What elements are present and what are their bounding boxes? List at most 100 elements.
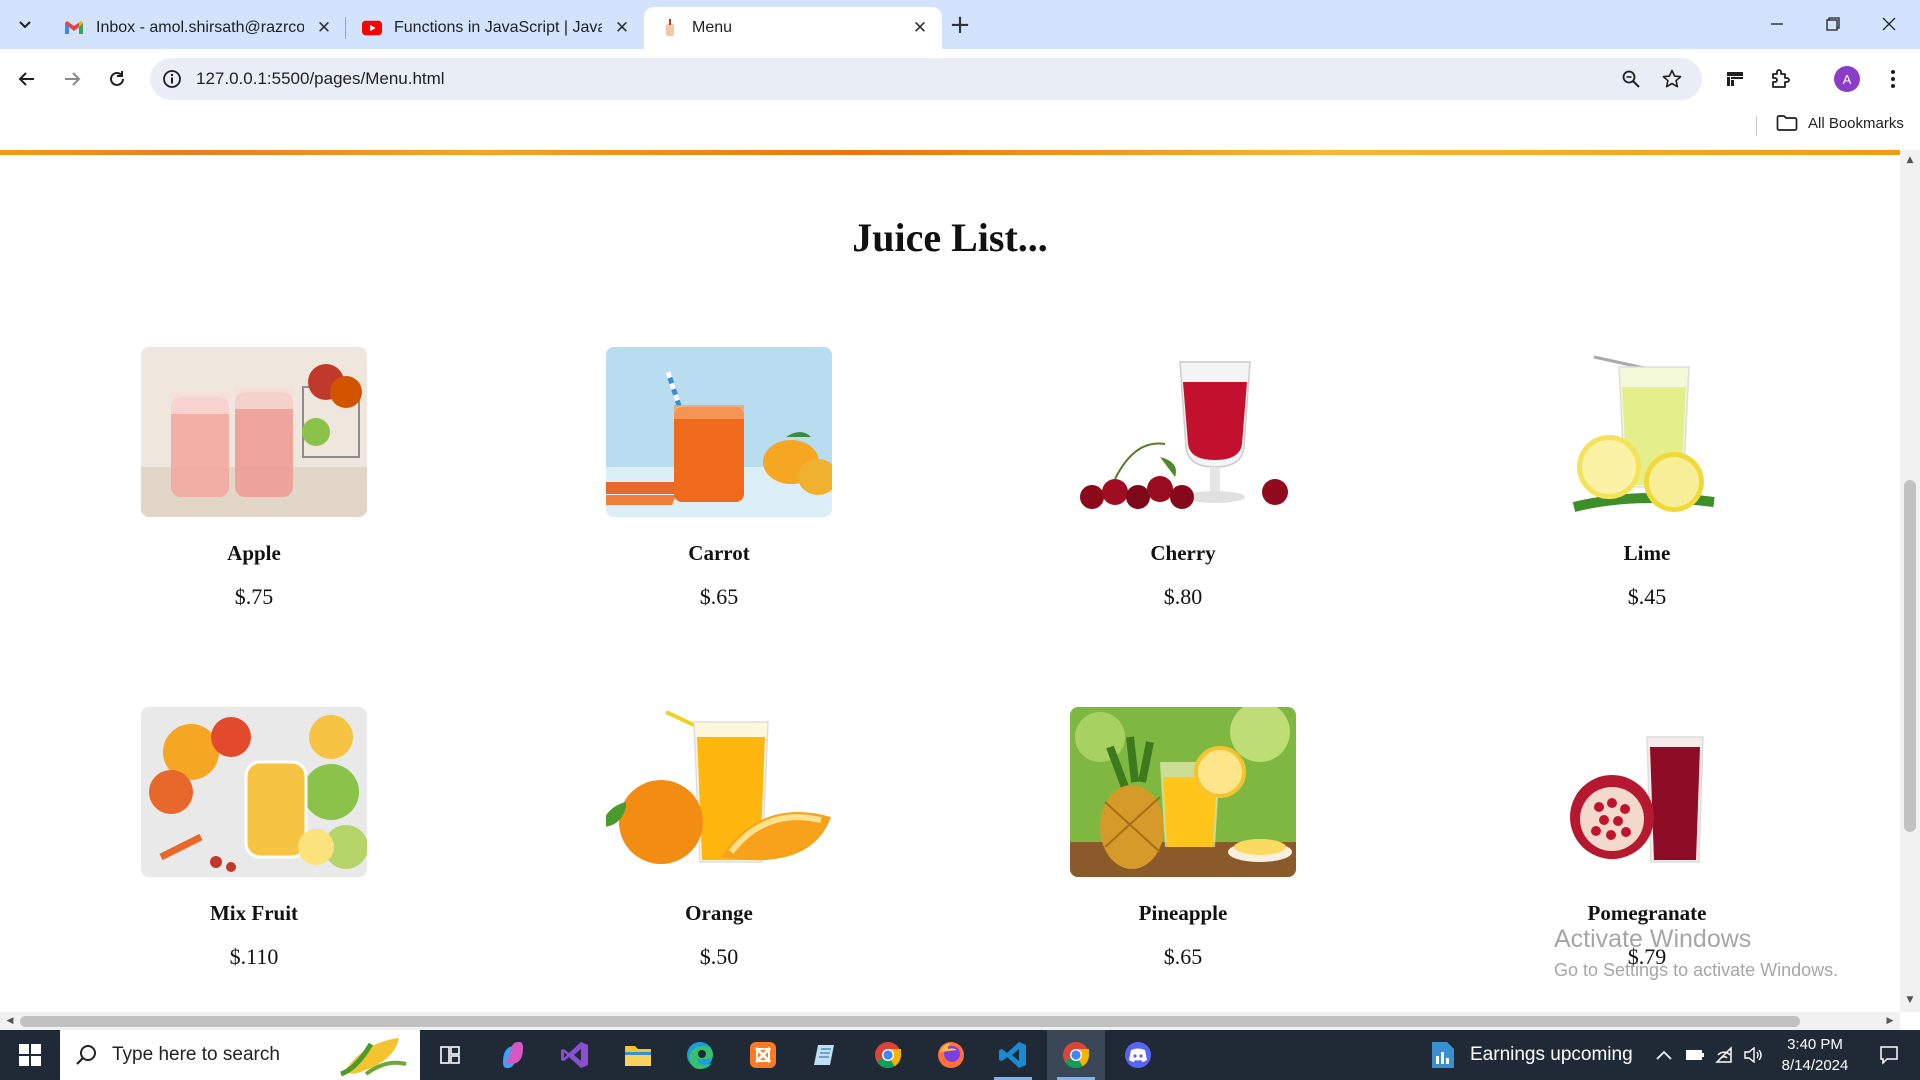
taskbar-search-box[interactable]: Type here to search bbox=[60, 1030, 420, 1080]
notepad-button[interactable] bbox=[797, 1030, 855, 1080]
folder-icon bbox=[1776, 115, 1798, 131]
watermark-subtitle: Go to Settings to activate Windows. bbox=[1554, 960, 1839, 980]
scroll-up-icon[interactable]: ▲ bbox=[1904, 154, 1916, 166]
bookmark-star-icon[interactable] bbox=[1661, 68, 1683, 90]
battery-button[interactable] bbox=[1682, 1030, 1708, 1080]
news-widget[interactable]: Earnings upcoming bbox=[1430, 1030, 1633, 1080]
tab-menu[interactable]: Menu ✕ bbox=[644, 7, 942, 49]
minimize-button[interactable] bbox=[1752, 8, 1802, 40]
cherry-juice-image bbox=[1070, 347, 1296, 517]
juice-price: $.45 bbox=[1627, 584, 1667, 609]
close-icon[interactable]: ✕ bbox=[314, 18, 334, 38]
wifi-icon bbox=[1715, 1046, 1732, 1063]
juice-card-apple[interactable]: Apple $.75 bbox=[139, 347, 369, 610]
volume-button[interactable] bbox=[1740, 1030, 1766, 1080]
network-button[interactable] bbox=[1712, 1030, 1738, 1080]
juice-name: Carrot bbox=[688, 541, 750, 565]
minimize-icon bbox=[1771, 23, 1783, 25]
close-window-button[interactable] bbox=[1864, 8, 1914, 40]
file-explorer-button[interactable] bbox=[609, 1030, 667, 1080]
extensions-button[interactable] bbox=[1764, 62, 1798, 96]
tab-youtube[interactable]: Functions in JavaScript | JavaScri ✕ bbox=[346, 7, 644, 49]
juice-name: Pomegranate bbox=[1587, 901, 1707, 925]
tab-gmail[interactable]: Inbox - amol.shirsath@razrcorp ✕ bbox=[48, 7, 346, 49]
menu-button[interactable] bbox=[1876, 62, 1910, 96]
apple-juice-image bbox=[141, 347, 367, 517]
vscode-button[interactable] bbox=[984, 1030, 1042, 1080]
juice-price: $.75 bbox=[234, 584, 274, 609]
page-viewport: Juice List... Apple $.75 Carrot $.65 Che… bbox=[0, 150, 1920, 1030]
page-title: Juice List... bbox=[852, 215, 1048, 260]
pomegranate-juice-image bbox=[1534, 707, 1760, 877]
browser-tab-strip: Inbox - amol.shirsath@razrcorp ✕ Functio… bbox=[0, 0, 1920, 49]
firefox-icon bbox=[938, 1042, 964, 1068]
vscode-icon bbox=[999, 1042, 1026, 1068]
lime-juice-image bbox=[1534, 347, 1760, 517]
horizontal-scrollbar[interactable]: ◀ ▶ bbox=[0, 1012, 1900, 1030]
task-view-icon bbox=[440, 1046, 460, 1064]
scroll-right-icon[interactable]: ▶ bbox=[1884, 1015, 1896, 1027]
scroll-down-icon[interactable]: ▼ bbox=[1904, 994, 1916, 1006]
pineapple-juice-image bbox=[1070, 707, 1296, 877]
activate-windows-watermark: Activate Windows Go to Settings to activ… bbox=[1554, 925, 1838, 981]
windows-logo-icon bbox=[19, 1044, 41, 1066]
scroll-left-icon[interactable]: ◀ bbox=[4, 1015, 16, 1027]
start-button[interactable] bbox=[0, 1030, 60, 1080]
news-text: Earnings upcoming bbox=[1470, 1044, 1633, 1065]
new-tab-button[interactable]: + bbox=[944, 10, 976, 40]
windows-taskbar: Type here to search Earnings upcoming 3:… bbox=[0, 1030, 1920, 1080]
clock-time: 3:40 PM bbox=[1787, 1036, 1843, 1053]
firefox-button[interactable] bbox=[922, 1030, 980, 1080]
horizontal-scroll-thumb[interactable] bbox=[20, 1016, 1800, 1027]
system-clock[interactable]: 3:40 PM 8/14/2024 bbox=[1770, 1034, 1860, 1076]
bookmarks-bar: All Bookmarks bbox=[0, 108, 1920, 150]
vertical-scrollbar[interactable]: ▲ ▼ bbox=[1900, 150, 1920, 1012]
zoom-icon[interactable] bbox=[1620, 68, 1642, 90]
carrot-juice-image bbox=[606, 347, 832, 517]
show-hidden-icons-button[interactable] bbox=[1652, 1030, 1676, 1080]
juice-name: Lime bbox=[1623, 541, 1671, 565]
notepad-icon bbox=[814, 1045, 834, 1065]
close-icon[interactable]: ✕ bbox=[612, 18, 632, 38]
juice-card-lime[interactable]: Lime $.45 bbox=[1532, 347, 1762, 610]
restore-button[interactable] bbox=[1808, 8, 1858, 40]
chrome-button[interactable] bbox=[859, 1030, 917, 1080]
discord-button[interactable] bbox=[1109, 1030, 1167, 1080]
forward-button[interactable] bbox=[55, 62, 89, 96]
close-icon bbox=[1882, 17, 1896, 31]
task-view-button[interactable] bbox=[421, 1030, 479, 1080]
chrome-active-icon bbox=[1063, 1042, 1090, 1069]
address-bar[interactable]: 127.0.0.1:5500/pages/Menu.html bbox=[150, 58, 1702, 100]
vertical-scroll-thumb[interactable] bbox=[1904, 480, 1916, 832]
juice-card-orange[interactable]: Orange $.50 bbox=[604, 707, 834, 970]
juice-card-carrot[interactable]: Carrot $.65 bbox=[604, 347, 834, 610]
puzzle-icon bbox=[1772, 69, 1790, 88]
visual-studio-icon bbox=[561, 1042, 588, 1068]
tab-search-button[interactable] bbox=[10, 9, 40, 39]
juice-price: $.50 bbox=[699, 944, 739, 969]
juice-card-pineapple[interactable]: Pineapple $.65 bbox=[1068, 707, 1298, 970]
edge-button[interactable] bbox=[671, 1030, 729, 1080]
close-icon[interactable]: ✕ bbox=[910, 18, 930, 38]
profile-avatar[interactable]: A bbox=[1834, 66, 1860, 92]
notifications-button[interactable] bbox=[1866, 1030, 1912, 1080]
juice-name: Orange bbox=[685, 901, 753, 925]
xampp-icon bbox=[750, 1042, 776, 1068]
cast-icon bbox=[1727, 72, 1743, 86]
chrome-active-button[interactable] bbox=[1047, 1030, 1105, 1080]
chevron-down-icon bbox=[19, 21, 31, 29]
site-info-icon[interactable] bbox=[162, 69, 182, 89]
copilot-button[interactable] bbox=[484, 1030, 542, 1080]
document-chart-icon bbox=[1432, 1042, 1454, 1068]
juice-price: $.65 bbox=[699, 584, 739, 609]
reload-button[interactable] bbox=[100, 62, 134, 96]
juice-card-cherry[interactable]: Cherry $.80 bbox=[1068, 347, 1298, 610]
juice-card-mix-fruit[interactable]: Mix Fruit $.110 bbox=[139, 707, 369, 970]
all-bookmarks-button[interactable]: All Bookmarks bbox=[1776, 114, 1904, 132]
discord-icon bbox=[1125, 1042, 1151, 1068]
reading-list-button[interactable] bbox=[1718, 62, 1752, 96]
visual-studio-button[interactable] bbox=[546, 1030, 604, 1080]
back-button[interactable] bbox=[10, 62, 44, 96]
clock-date: 8/14/2024 bbox=[1781, 1057, 1849, 1074]
xampp-button[interactable] bbox=[734, 1030, 792, 1080]
